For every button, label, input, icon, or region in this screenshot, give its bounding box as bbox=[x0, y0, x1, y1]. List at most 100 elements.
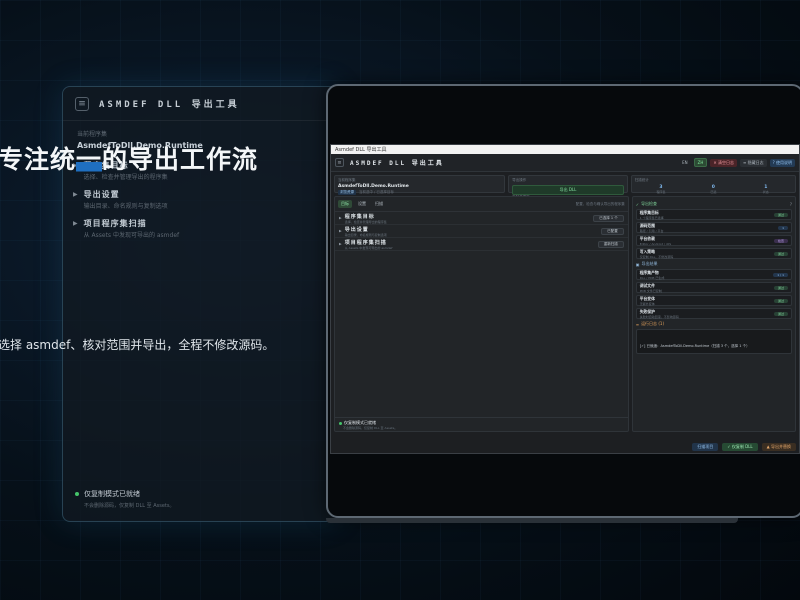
app-window: Asmdef DLL 导出工具 ≡ ASMDEF DLL 导出工具 EN ZH … bbox=[330, 144, 800, 454]
stat-label: 已选 bbox=[710, 190, 717, 194]
row-button[interactable]: 已配置 bbox=[601, 227, 624, 235]
status-badge: 通过 bbox=[773, 212, 788, 217]
browse-button[interactable]: 浏览资源 bbox=[338, 190, 356, 195]
section-checks: ✓ 导出检查? bbox=[636, 201, 792, 207]
hide-log-button[interactable]: ≡ 隐藏日志 bbox=[739, 158, 767, 167]
box-icon: ▣ bbox=[635, 261, 640, 267]
assembly-label: 当前程序集 bbox=[338, 178, 356, 182]
tab-hint: 配置、检查与确认导出的程序集 bbox=[575, 201, 625, 206]
ghost-row: ▶ 导出设置 输出目录、命名规则与复制选项 bbox=[73, 189, 327, 210]
copy-dll-button[interactable]: ✓ 仅复制 DLL bbox=[722, 442, 758, 451]
help-button[interactable]: ? 使用说明 bbox=[769, 158, 795, 167]
export-dll-button[interactable]: 导出 DLL bbox=[512, 185, 624, 195]
row-title: 程序集目标 bbox=[344, 213, 375, 220]
check-card: 平台依赖 Editor / Android / iOS 检查 bbox=[635, 235, 792, 246]
result-card: 平台变体 无额外变体 通过 bbox=[635, 295, 792, 306]
scan-project-button[interactable]: 扫描项目 bbox=[692, 442, 719, 451]
triangle-icon: ▶ bbox=[73, 220, 78, 227]
stat: 0 已选 bbox=[687, 185, 739, 194]
stats-label: 扫描统计 bbox=[634, 178, 649, 182]
check-card: 程序集目标 1 个程序集已选择 通过 bbox=[635, 209, 792, 220]
log-line: [✓] 已就绪：AsmdefToDll.Demo.Runtime（扫描 3 个，… bbox=[639, 344, 750, 348]
ghost-footer-sub: 不会删除源码，仅复制 DLL 至 Assets。 bbox=[84, 503, 175, 509]
ghost-row-title: 导出设置 bbox=[83, 190, 120, 199]
list-row-target[interactable]: ▶ 程序集目标 选择、检查并管理导出的程序集 已选择 1 个 bbox=[335, 212, 628, 225]
row-button[interactable]: 重新扫描 bbox=[597, 240, 624, 248]
export-replace-button[interactable]: ▲ 导出并替换 bbox=[761, 442, 796, 451]
stats-box: 扫描统计 3 程序集 0 已选 1 状态 bbox=[630, 175, 796, 194]
card-sub: DLL / PDB 已生成 bbox=[639, 275, 665, 280]
list-row-scan[interactable]: ▶ 项目程序集扫描从 Assets 中发现可导出的 asmdef 重新扫描 bbox=[335, 238, 628, 251]
section-title: 运行日志 (1) bbox=[641, 321, 664, 326]
row-title: 项目程序集扫描 bbox=[344, 239, 387, 246]
triangle-icon: ▶ bbox=[339, 229, 342, 233]
status-badge: 通过 bbox=[773, 251, 788, 256]
ghost-row-sub: 输出目录、命名规则与复制选项 bbox=[83, 203, 168, 210]
stat-label: 程序集 bbox=[656, 190, 666, 194]
status-badge: 1 bbox=[778, 225, 788, 230]
stat: 1 状态 bbox=[740, 185, 792, 194]
export-label: 导出操作 bbox=[512, 178, 527, 182]
status-badge: 通过 bbox=[773, 311, 788, 316]
ghost-row: ▶ 项目程序集扫描 从 Assets 中发现可导出的 asmdef bbox=[73, 218, 327, 239]
card-sub: 失败时自动回滚，不影响源码 bbox=[639, 314, 679, 319]
ghost-footer: 仅复制模式已就绪 不会删除源码，仅复制 DLL 至 Assets。 bbox=[75, 489, 174, 509]
menu-icon: ≡ bbox=[75, 96, 89, 111]
card-sub: Editor / Android / iOS bbox=[639, 241, 672, 246]
triangle-icon: ▶ bbox=[339, 216, 342, 220]
tab-target[interactable]: 目标 bbox=[338, 200, 352, 208]
row-sub: 选择、检查并管理导出的程序集 bbox=[344, 219, 387, 224]
status-badge: 1 / 1 bbox=[773, 272, 788, 277]
result-card: 程序集产物 DLL / PDB 已生成 1 / 1 bbox=[635, 269, 792, 280]
row-button[interactable]: 已选择 1 个 bbox=[593, 214, 624, 222]
tab-settings[interactable]: 设置 bbox=[355, 200, 369, 208]
row-title: 导出设置 bbox=[344, 226, 369, 233]
section-title: 导出检查 bbox=[641, 201, 658, 206]
window-titlebar: Asmdef DLL 导出工具 bbox=[331, 145, 799, 154]
clear-log-button[interactable]: ✕ 清空日志 bbox=[710, 158, 737, 167]
section-log: ≡ 运行日志 (1) bbox=[636, 321, 792, 327]
ghost-footer-title: 仅复制模式已就绪 bbox=[84, 490, 140, 498]
ghost-row-title: 项目程序集扫描 bbox=[83, 219, 147, 228]
headline: 专注统一的导出工作流 bbox=[0, 145, 259, 174]
window-title: Asmdef DLL 导出工具 bbox=[335, 147, 387, 153]
tab-scan[interactable]: 扫描 bbox=[372, 200, 386, 208]
right-pane: ✓ 导出检查? 程序集目标 1 个程序集已选择 通过 源码范围 路径 / 引用 / 平台… bbox=[631, 196, 796, 432]
assembly-name: AsmdefToDll.Demo.Runtime bbox=[338, 184, 409, 189]
card-sub: 仅复制 DLL，不修改源码 bbox=[639, 254, 674, 259]
card-sub: 路径 / 引用 / 平台 bbox=[639, 228, 664, 233]
footer-sub: 不会删除源码，仅复制 DLL 至 Assets。 bbox=[343, 426, 398, 430]
ghost-title: ASMDEF DLL 导出工具 bbox=[99, 100, 240, 110]
status-dot-icon bbox=[339, 421, 342, 425]
status-badge: 通过 bbox=[773, 298, 788, 303]
stat: 3 程序集 bbox=[635, 185, 687, 194]
card-sub: 无额外变体 bbox=[639, 301, 655, 306]
result-card: 失败保护 失败时自动回滚，不影响源码 通过 bbox=[635, 308, 792, 319]
marketing-slide: ≡ ASMDEF DLL 导出工具 当前程序集 AsmdefToDll.Demo… bbox=[0, 0, 800, 600]
triangle-icon: ▶ bbox=[339, 242, 342, 246]
triangle-icon: ▶ bbox=[73, 191, 78, 198]
tablet-base bbox=[326, 518, 738, 523]
status-badge: 通过 bbox=[773, 285, 788, 290]
lang-en-button[interactable]: EN bbox=[679, 159, 691, 166]
app-title: ASMDEF DLL 导出工具 bbox=[350, 160, 444, 167]
tab-bar: 目标 设置 扫描 配置、检查与确认导出的程序集 bbox=[335, 197, 628, 212]
left-pane: 目标 设置 扫描 配置、检查与确认导出的程序集 ▶ 程序集目标 选择、检查并管理导… bbox=[334, 196, 629, 432]
ghost-row-sub: 从 Assets 中发现可导出的 asmdef bbox=[83, 232, 180, 239]
help-icon[interactable]: ? bbox=[790, 202, 792, 207]
row-sub: 输出目录、命名规则与复制选项 bbox=[344, 232, 387, 237]
list-row-settings[interactable]: ▶ 导出设置 输出目录、命名规则与复制选项 已配置 bbox=[335, 225, 628, 238]
browse-hint: 当前选中 / 已选择目标 bbox=[359, 190, 394, 194]
headline-highlight: 一 bbox=[76, 145, 103, 174]
check-card: 源码范围 路径 / 引用 / 平台 1 bbox=[635, 222, 792, 233]
section-results: ▣ 导出结果 bbox=[636, 261, 792, 267]
lang-zh-button[interactable]: ZH bbox=[693, 158, 708, 167]
ghost-section-label: 当前程序集 bbox=[77, 131, 108, 138]
check-card: 写入策略 仅复制 DLL，不修改源码 通过 bbox=[635, 248, 792, 259]
stat-label: 状态 bbox=[762, 190, 769, 194]
subline: 选择 asmdef、核对范围并导出，全程不修改源码。 bbox=[0, 338, 275, 352]
row-sub: 从 Assets 中发现可导出的 asmdef bbox=[344, 245, 393, 250]
menu-icon[interactable]: ≡ bbox=[335, 158, 344, 167]
log-box: [✓] 已就绪：AsmdefToDll.Demo.Runtime（扫描 3 个，… bbox=[635, 329, 792, 354]
app-header: ≡ ASMDEF DLL 导出工具 EN ZH ✕ 清空日志 ≡ 隐藏日志 ? … bbox=[331, 154, 799, 172]
